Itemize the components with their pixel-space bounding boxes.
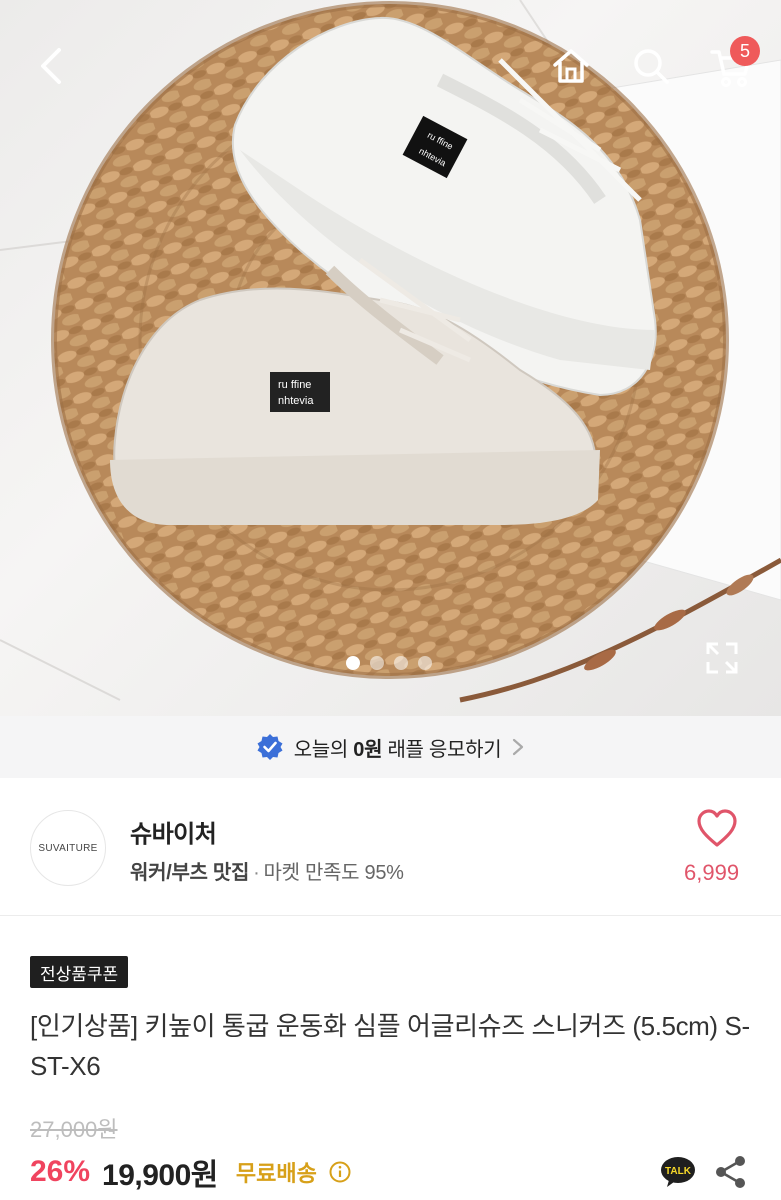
discount-rate: 26% [30,1155,91,1188]
store-logo[interactable]: SUVAITURE [30,810,106,886]
gallery-dot[interactable] [418,656,432,670]
raffle-text: 오늘의 0원 래플 응모하기 [293,738,502,761]
store-meta-separator: · [253,862,260,884]
info-icon[interactable] [329,1161,351,1183]
chevron-left-icon [41,48,61,84]
coupon-badge[interactable]: 전상품쿠폰 [30,956,129,988]
like-count: 6,999 [684,860,740,885]
product-image-gallery[interactable]: ru ffine nhtevia ru ffine nhtevia 5 [0,0,781,716]
shoe-label-bottom: ru ffine [278,379,311,391]
heart-icon[interactable] [696,808,738,850]
search-icon [634,49,669,84]
gallery-dot[interactable] [346,656,360,670]
home-button[interactable] [543,38,599,94]
store-meta: 워커/부츠 맛집 · 마켓 만족도 95% [130,856,404,885]
top-navigation-bar: 5 [0,0,781,130]
cart-count-badge: 5 [730,36,760,66]
price-row: 26% 19,900원 무료배송 [30,1150,351,1194]
home-icon [553,49,589,83]
search-button[interactable] [623,38,679,94]
share-icon[interactable] [714,1154,748,1190]
gallery-dot[interactable] [370,656,384,670]
free-shipping-label: 무료배송 [235,1161,317,1186]
gallery-dot[interactable] [394,656,408,670]
store-name[interactable]: 슈바이처 [130,814,217,849]
shoe-label-bottom-2: nhtevia [278,395,314,407]
chevron-right-icon [513,738,524,756]
verified-badge-icon [257,734,283,760]
svg-text:TALK: TALK [665,1166,692,1177]
gallery-pagination [346,656,432,670]
kakao-talk-icon[interactable]: TALK [660,1156,696,1188]
expand-icon[interactable] [704,640,740,676]
back-button[interactable] [24,38,80,94]
store-info-row[interactable]: SUVAITURE 슈바이처 워커/부츠 맛집 · 마켓 만족도 95% 6,999 [0,778,781,916]
raffle-banner[interactable]: 오늘의 0원 래플 응모하기 [0,716,781,778]
sale-price: 19,900원 [102,1159,218,1192]
store-satisfaction: 마켓 만족도 95% [263,862,404,884]
original-price: 27,000원 [30,1117,118,1142]
product-title: [인기상품] 키높이 통굽 운동화 심플 어글리슈즈 스니커즈 (5.5cm) … [30,1011,750,1081]
store-category: 워커/부츠 맛집 [130,862,250,884]
